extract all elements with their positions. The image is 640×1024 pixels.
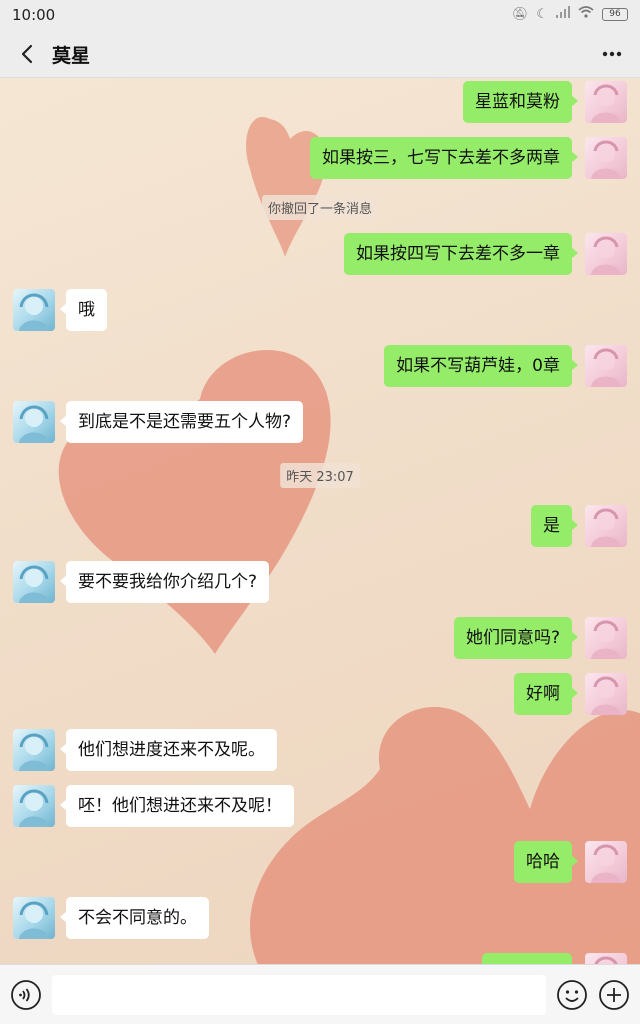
avatar[interactable] [13,897,55,939]
status-time: 10:00 [12,6,56,24]
chat-title: 莫星 [52,45,91,67]
message-bubble[interactable]: 好啊 [514,673,578,715]
message-bubble[interactable]: 哦 [60,289,107,331]
avatar[interactable] [585,953,627,964]
moon-icon: ☾ [536,6,548,22]
message-bubble-partial[interactable] [482,953,572,964]
voice-icon [11,980,41,1010]
message-bubble[interactable]: 呸！他们想进还来不及呢！ [60,785,294,827]
message-bubble[interactable]: 是 [531,505,578,547]
status-bar: 10:00 🔕︎ ☾ 96 [0,0,640,30]
back-button[interactable] [14,40,42,68]
heart-decoration [58,350,331,654]
avatar[interactable] [13,401,55,443]
plus-icon [599,980,629,1010]
emoji-button[interactable] [556,979,588,1011]
emoji-icon [557,980,587,1010]
message-input[interactable] [52,975,546,1015]
input-bar [0,964,640,1024]
system-notice: 你撤回了一条消息 [261,195,379,220]
message-bubble[interactable]: 哈哈 [514,841,578,883]
status-icons: 🔕︎ ☾ 96 [512,6,628,22]
avatar[interactable] [585,345,627,387]
avatar[interactable] [585,233,627,275]
more-button[interactable] [598,40,626,68]
avatar[interactable] [585,617,627,659]
chat-header: 莫星 [0,30,640,78]
message-bubble[interactable]: 如果按三，七写下去差不多两章 [310,137,578,179]
timestamp: 昨天 23:07 [280,463,360,488]
signal-icon [556,6,570,22]
message-bubble[interactable]: 要不要我给你介绍几个? [59,561,270,603]
wifi-icon [578,6,594,22]
avatar[interactable] [13,289,55,331]
avatar[interactable] [13,561,55,603]
message-bubble[interactable]: 如果按四写下去差不多一章 [344,233,578,275]
message-bubble[interactable]: 他们想进度还来不及呢。 [60,729,277,771]
plus-button[interactable] [598,979,630,1011]
back-arrow-icon [21,44,33,64]
message-bubble[interactable]: 如果不写葫芦娃，0章 [384,345,578,387]
chat-area[interactable]: 星蓝和莫粉 如果按三，七写下去差不多两章 你撤回了一条消息 如果按四写下去差不多… [0,79,640,964]
avatar[interactable] [585,673,627,715]
voice-button[interactable] [10,979,42,1011]
message-bubble[interactable]: 她们同意吗? [453,617,579,659]
avatar[interactable] [13,785,55,827]
message-bubble[interactable]: 不会不同意的。 [60,897,209,939]
avatar[interactable] [585,505,627,547]
battery-indicator: 96 [602,7,628,21]
mute-icon: 🔕︎ [511,6,529,22]
message-bubble[interactable]: 星蓝和莫粉 [463,81,578,123]
avatar[interactable] [585,137,627,179]
more-dots-icon [602,51,622,57]
avatar[interactable] [585,81,627,123]
message-bubble[interactable]: 到底是不是还需要五个人物? [59,401,304,443]
heart-decoration [246,117,326,257]
avatar[interactable] [585,841,627,883]
avatar[interactable] [13,729,55,771]
